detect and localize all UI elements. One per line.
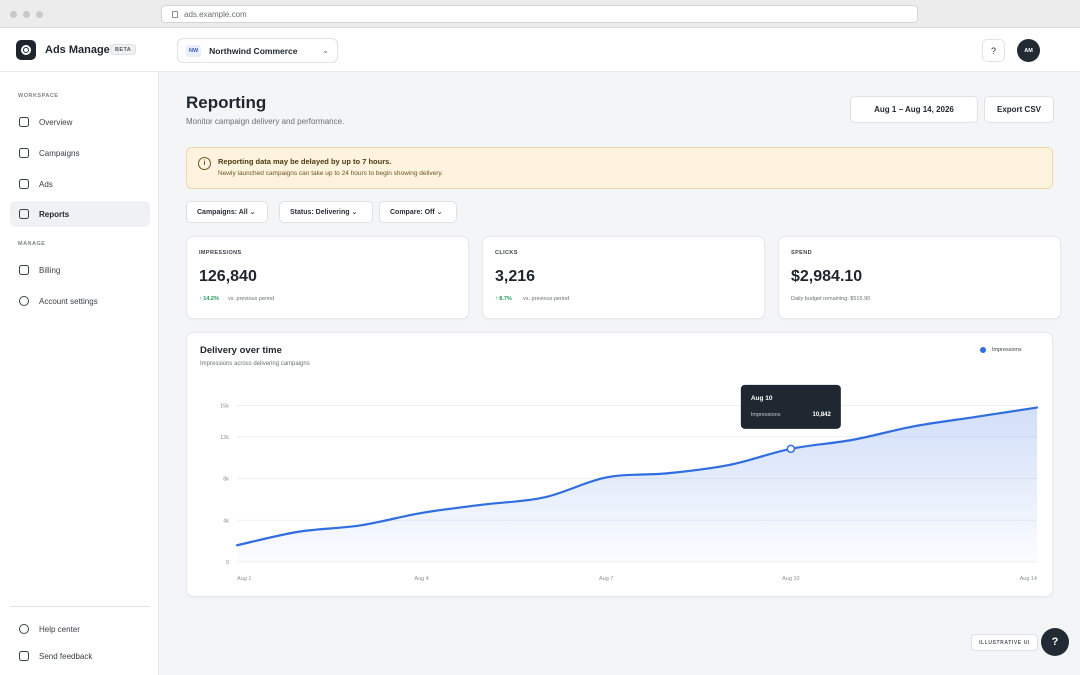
square-icon — [19, 209, 29, 219]
sidebar-item-label: Account settings — [39, 296, 98, 306]
stat-value: 3,216 — [495, 268, 536, 285]
sidebar-item-label: Billing — [39, 265, 61, 275]
info-icon: i — [198, 157, 211, 170]
chevron-down-icon: ⌄ — [322, 46, 329, 55]
campaigns-filter[interactable]: Campaigns: All ⌄ — [186, 201, 268, 223]
lock-icon — [172, 10, 178, 18]
sidebar-item-account-settings[interactable]: Account settings — [10, 288, 150, 314]
app-logo-icon — [16, 40, 36, 60]
date-range-button[interactable]: Aug 1 – Aug 14, 2026 — [850, 96, 978, 123]
export-csv-button[interactable]: Export CSV — [984, 96, 1054, 123]
stat-delta: ↑ 14.2% — [199, 296, 219, 302]
sidebar-item-label: Help center — [39, 624, 80, 634]
square-icon — [19, 148, 29, 158]
tooltip-date: Aug 10 — [751, 395, 773, 402]
spend-stat-card: SPEND $2,984.10 Daily budget remaining: … — [778, 236, 1061, 319]
close-window-dot[interactable] — [10, 11, 17, 18]
app-name: Ads Manager — [45, 44, 115, 56]
x-tick-label: Aug 4 — [414, 576, 428, 582]
page-title: Reporting — [186, 93, 267, 112]
browser-chrome: ads.example.com — [0, 0, 1080, 28]
highlighted-point — [786, 444, 796, 454]
floating-help-button[interactable]: ? — [1041, 628, 1069, 656]
stat-note: vs. previous period — [228, 296, 275, 302]
maximize-window-dot[interactable] — [36, 11, 43, 18]
series-area — [237, 407, 1037, 562]
sidebar-item-label: Campaigns — [39, 148, 80, 158]
stat-label: CLICKS — [495, 250, 518, 256]
workspace-section-label: WORKSPACE — [18, 93, 59, 99]
account-switcher[interactable]: NW Northwind Commerce ⌄ — [177, 38, 338, 63]
y-tick-label: 12k — [220, 435, 229, 441]
sidebar-item-ads[interactable]: Ads — [10, 171, 150, 197]
delivery-chart[interactable]: 0 4k 8k 12k 15k Aug 1 Aug 4 Aug 7 Aug 10 Aug 14 Au… — [187, 333, 1054, 598]
clicks-stat-card: CLICKS 3,216 ↑ 8.7% vs. previous period — [482, 236, 765, 319]
status-filter[interactable]: Status: Delivering ⌄ — [279, 201, 373, 223]
y-tick-label: 15k — [220, 403, 229, 409]
tooltip-label: Impressions — [751, 412, 781, 418]
stat-note: Daily budget remaining: $515.90 — [791, 296, 871, 302]
alert-body: Newly launched campaigns can take up to … — [218, 170, 443, 177]
sidebar-item-label: Send feedback — [39, 651, 93, 661]
address-bar[interactable]: ads.example.com — [161, 5, 918, 23]
delivery-chart-card: Delivery over time Impressions across de… — [186, 332, 1053, 597]
tooltip-value: 10,842 — [812, 412, 831, 418]
x-tick-label: Aug 14 — [1020, 576, 1037, 582]
sidebar-item-label: Overview — [39, 117, 73, 127]
stat-note: vs. previous period — [523, 296, 570, 302]
avatar[interactable]: AM — [1017, 39, 1040, 62]
stat-delta: ↑ 8.7% — [495, 296, 512, 302]
sidebar-item-billing[interactable]: Billing — [10, 257, 150, 283]
square-icon — [19, 179, 29, 189]
x-tick-label: Aug 1 — [237, 576, 251, 582]
page-subtitle: Monitor campaign delivery and performanc… — [186, 117, 345, 126]
y-tick-label: 0 — [226, 560, 229, 566]
circle-icon — [19, 296, 29, 306]
circle-icon — [19, 624, 29, 634]
help-button[interactable]: ? — [982, 39, 1005, 62]
sidebar-divider — [10, 606, 150, 607]
app-header: Ads Manager BETA NW Northwind Commerce ⌄… — [0, 28, 1080, 72]
sidebar-item-send-feedback[interactable]: Send feedback — [10, 643, 150, 669]
url-text: ads.example.com — [184, 9, 247, 19]
alert-title: Reporting data may be delayed by up to 7… — [218, 157, 392, 166]
illustrative-ui-badge: ILLUSTRATIVE UI — [971, 634, 1038, 651]
square-icon — [19, 117, 29, 127]
sidebar: WORKSPACE Overview Campaigns Ads Reports… — [0, 72, 159, 675]
x-tick-label: Aug 7 — [599, 576, 613, 582]
impressions-stat-card: IMPRESSIONS 126,840 ↑ 14.2% vs. previous… — [186, 236, 469, 319]
stat-label: SPEND — [791, 250, 812, 256]
sidebar-item-campaigns[interactable]: Campaigns — [10, 140, 150, 166]
square-icon — [19, 265, 29, 275]
sidebar-item-label: Ads — [39, 179, 53, 189]
sidebar-item-label: Reports — [39, 209, 70, 219]
x-tick-label: Aug 10 — [782, 576, 799, 582]
window-controls — [10, 11, 43, 18]
beta-badge: BETA — [110, 44, 137, 55]
square-icon — [19, 651, 29, 661]
tooltip-box — [740, 384, 841, 429]
y-tick-label: 8k — [223, 477, 229, 483]
compare-filter[interactable]: Compare: Off ⌄ — [379, 201, 457, 223]
stat-value: 126,840 — [199, 268, 257, 285]
minimize-window-dot[interactable] — [23, 11, 30, 18]
sidebar-item-help-center[interactable]: Help center — [10, 616, 150, 642]
stat-label: IMPRESSIONS — [199, 250, 242, 256]
delay-alert-banner: i Reporting data may be delayed by up to… — [186, 147, 1053, 189]
sidebar-item-reports[interactable]: Reports — [10, 201, 150, 227]
stat-value: $2,984.10 — [791, 268, 863, 285]
sidebar-item-overview[interactable]: Overview — [10, 109, 150, 135]
manage-section-label: MANAGE — [18, 241, 46, 247]
account-initials-badge: NW — [186, 44, 202, 57]
account-name: Northwind Commerce — [209, 45, 298, 56]
y-tick-label: 4k — [223, 518, 229, 524]
